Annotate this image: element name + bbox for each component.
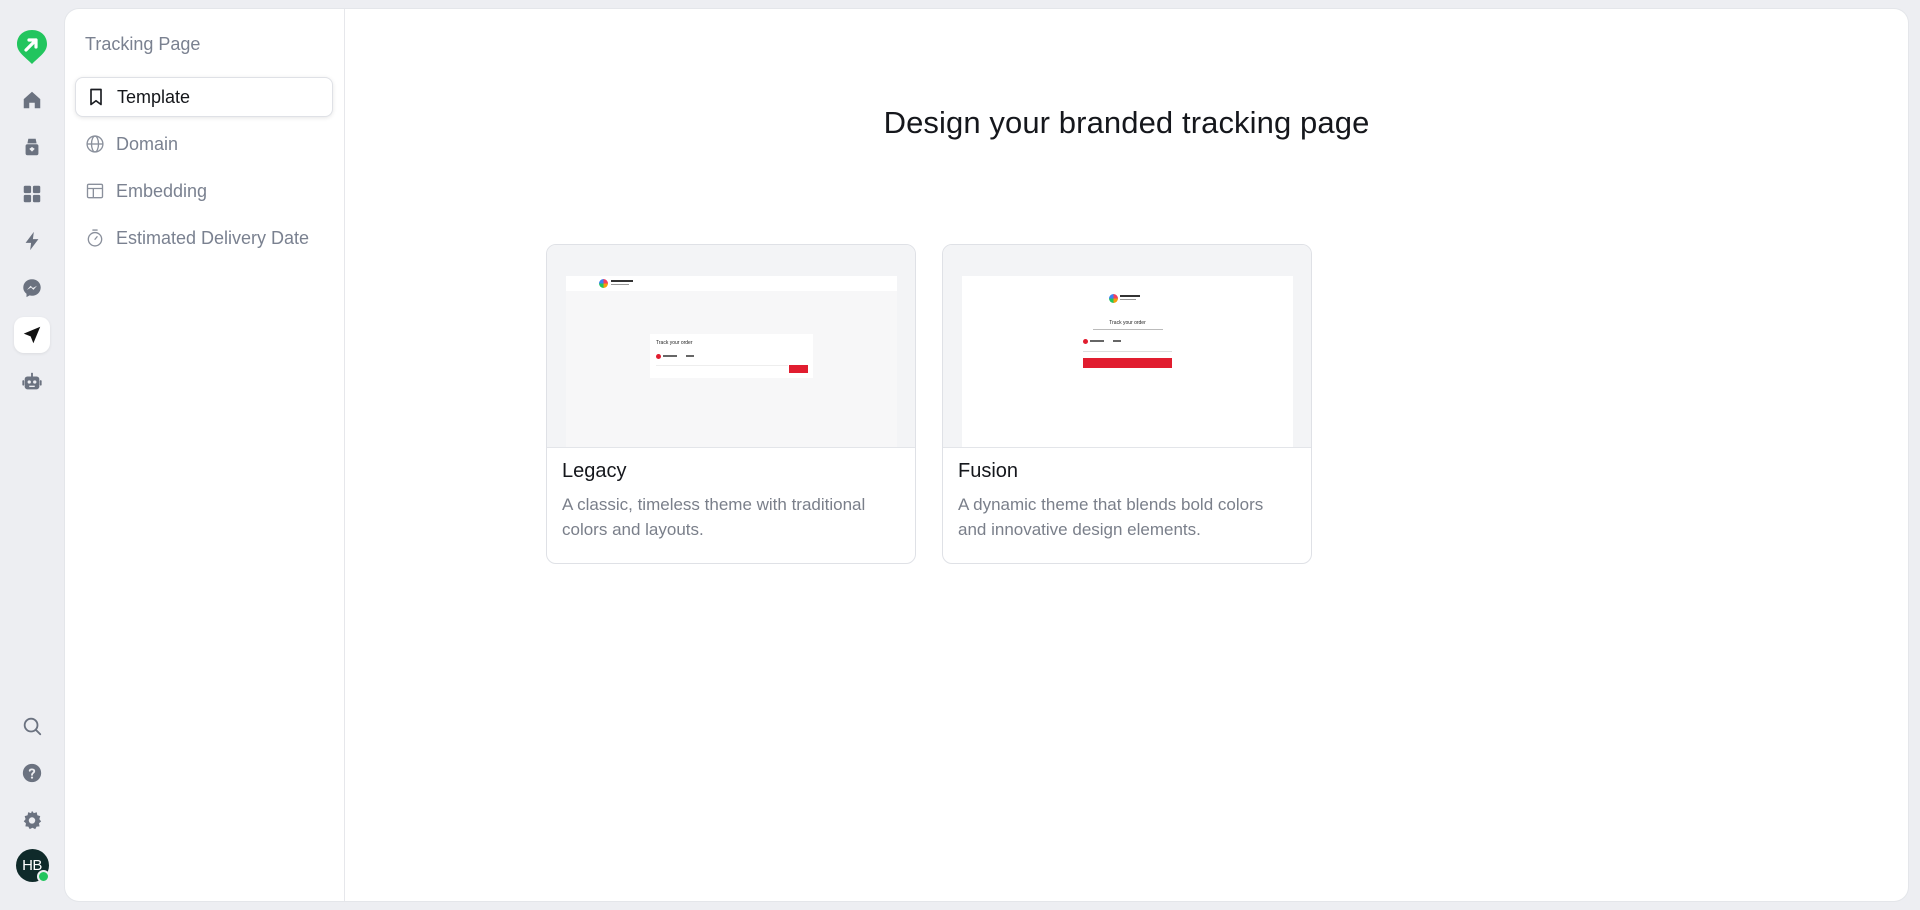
subnav-item-label: Embedding [116, 180, 208, 201]
page-title: Design your branded tracking page [883, 105, 1370, 140]
preview-radio-icon [656, 354, 661, 359]
preview-radio-icon [1083, 339, 1088, 344]
preview-track-title: Track your order [1109, 320, 1146, 326]
template-preview-fusion: Track your order [943, 245, 1311, 448]
subnav-items: Template Domain Embedding Estimated Deli… [75, 77, 333, 265]
template-card-fusion[interactable]: Track your order Fusion A dynamic theme … [942, 244, 1312, 564]
preview-option-line [663, 355, 677, 357]
preview-track-title: Track your order [656, 340, 693, 346]
user-avatar[interactable]: HB [15, 849, 50, 883]
app-rail: HB [0, 0, 64, 910]
subnav-item-domain[interactable]: Domain [75, 124, 333, 164]
main-panel: Tracking Page Template Domain Embedding … [65, 9, 1908, 901]
preview-track-box: Track your order [650, 334, 813, 378]
preview-header [566, 276, 897, 291]
bookmark-icon [90, 88, 102, 106]
tracking-subnav: Tracking Page Template Domain Embedding … [65, 9, 345, 901]
nav-tracking[interactable] [14, 317, 50, 353]
preview-logo-icon [599, 279, 608, 288]
template-description: A dynamic theme that blends bold colors … [958, 495, 1264, 539]
subnav-title: Tracking Page [85, 34, 201, 54]
subnav-item-label: Template [117, 86, 191, 107]
nav-apps[interactable] [14, 176, 50, 212]
nav-automations[interactable] [14, 223, 50, 259]
bolt-icon [25, 231, 39, 251]
preview-option-line [686, 355, 694, 357]
subnav-item-label: Domain [116, 133, 179, 154]
gear-icon [23, 810, 42, 830]
layout-icon [86, 183, 104, 199]
subnav-item-embedding[interactable]: Embedding [75, 171, 333, 211]
template-cards: Track your order Legacy A classic, timel… [546, 244, 1312, 564]
rail-bottom: HB [0, 708, 64, 883]
send-icon [23, 326, 41, 344]
nav-search[interactable] [14, 708, 50, 744]
preview-logo-icon [1109, 294, 1118, 303]
grid-icon [23, 185, 41, 203]
online-status-dot [36, 870, 50, 883]
preview-logo-subtext [1120, 299, 1136, 300]
template-name: Fusion [958, 460, 1019, 482]
search-icon [23, 717, 42, 736]
preview-subtitle-line [1093, 329, 1163, 330]
template-description: A classic, timeless theme with tradition… [562, 495, 866, 539]
template-card-info: Legacy A classic, timeless theme with tr… [547, 448, 915, 554]
preview-logo-subtext [611, 284, 629, 285]
template-name: Legacy [562, 460, 627, 482]
preview-frame: Track your order [566, 276, 897, 447]
nav-messages[interactable] [14, 270, 50, 306]
robot-icon [22, 372, 42, 390]
rail-nav [14, 82, 50, 400]
nav-settings[interactable] [14, 802, 50, 838]
preview-option-line [1090, 340, 1104, 342]
preview-track-button [789, 365, 808, 373]
template-preview-legacy: Track your order [547, 245, 915, 448]
home-icon [23, 91, 41, 109]
nav-bots[interactable] [14, 364, 50, 400]
preview-logo-text [611, 280, 633, 282]
template-content: Design your branded tracking page Track … [345, 9, 1908, 901]
help-icon [22, 763, 42, 783]
preview-input [656, 365, 788, 374]
globe-icon [86, 135, 104, 153]
preview-logo-text [1120, 295, 1140, 297]
subnav-item-template[interactable]: Template [75, 77, 333, 117]
subnav-item-estimated-delivery-date[interactable]: Estimated Delivery Date [75, 218, 333, 258]
preview-input [1083, 351, 1172, 352]
nav-home[interactable] [14, 82, 50, 118]
preview-frame: Track your order [962, 276, 1293, 447]
subnav-item-label: Estimated Delivery Date [116, 227, 310, 248]
nav-orders[interactable] [14, 129, 50, 165]
preview-track-button [1083, 358, 1172, 368]
box-icon [25, 138, 39, 156]
template-card-legacy[interactable]: Track your order Legacy A classic, timel… [546, 244, 916, 564]
nav-help[interactable] [14, 755, 50, 791]
preview-option-line [1113, 340, 1121, 342]
timer-icon [87, 229, 103, 247]
messenger-icon [23, 279, 41, 298]
brand-logo-icon[interactable] [15, 28, 49, 66]
template-card-info: Fusion A dynamic theme that blends bold … [943, 448, 1311, 554]
